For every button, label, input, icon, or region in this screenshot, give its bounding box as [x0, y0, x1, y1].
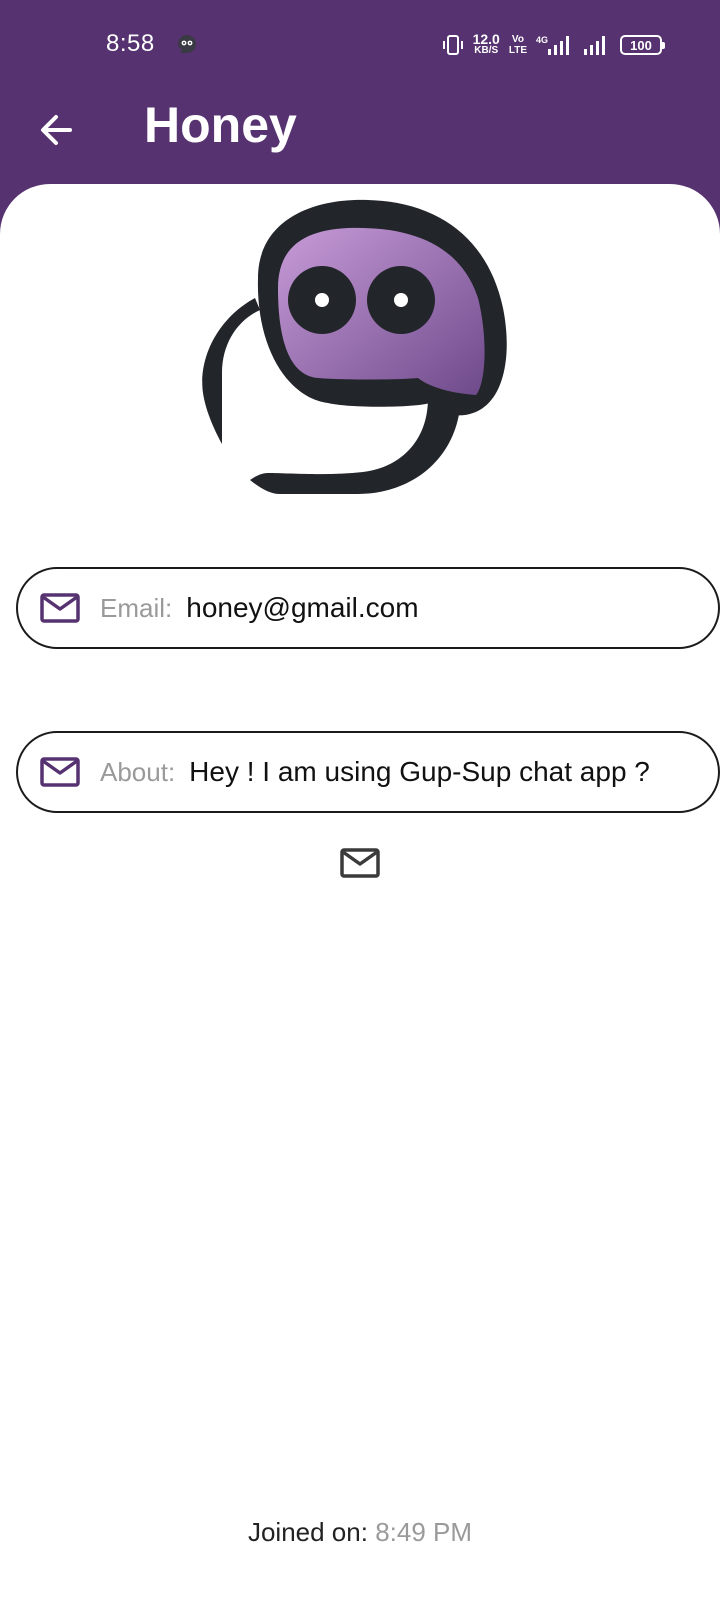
joined-label: Joined on:: [247, 1517, 368, 1547]
about-field[interactable]: About: Hey ! I am using Gup-Sup chat app…: [16, 731, 720, 813]
battery-level: 100: [630, 37, 652, 53]
status-bar: 8:58 12.0 KB/S Vo LTE 4G 100: [0, 0, 720, 90]
volte-top: Vo: [511, 34, 524, 45]
signal-icon-2: [584, 36, 605, 55]
about-label: About:: [100, 756, 176, 787]
mail-icon: [40, 757, 80, 787]
about-value: Hey ! I am using Gup-Sup chat app ?: [189, 756, 650, 787]
app-bar: Honey: [0, 90, 720, 184]
battery-icon: 100: [620, 35, 665, 55]
email-label: Email:: [100, 592, 173, 623]
mail-icon: [40, 593, 80, 623]
mail-icon[interactable]: [340, 847, 380, 879]
vibrate-icon: [442, 35, 463, 55]
gup-sup-logo-icon: [202, 199, 507, 494]
network-type: 4G: [536, 35, 548, 45]
email-field[interactable]: Email: honey@gmail.com: [16, 567, 720, 649]
net-speed-unit: KB/S: [474, 45, 499, 56]
signal-icon: 4G: [536, 35, 569, 55]
joined-time: 8:49 PM: [375, 1517, 473, 1547]
joined-on: Joined on: 8:49 PM: [0, 1517, 720, 1548]
net-speed: 12.0 KB/S: [472, 31, 500, 57]
arrow-left-icon[interactable]: [32, 106, 80, 154]
volte-indicator: Vo LTE: [509, 34, 527, 56]
email-value: honey@gmail.com: [186, 592, 419, 623]
status-indicators: 12.0 KB/S Vo LTE 4G 100: [442, 30, 665, 60]
net-speed-value: 12.0: [472, 31, 500, 47]
volte-bottom: LTE: [508, 45, 527, 56]
profile-sheet: Email: honey@gmail.com About: Hey ! I am…: [0, 184, 720, 1600]
status-time: 8:58: [106, 30, 155, 57]
page-title: Honey: [144, 97, 297, 153]
app-chat-icon: [178, 35, 196, 53]
